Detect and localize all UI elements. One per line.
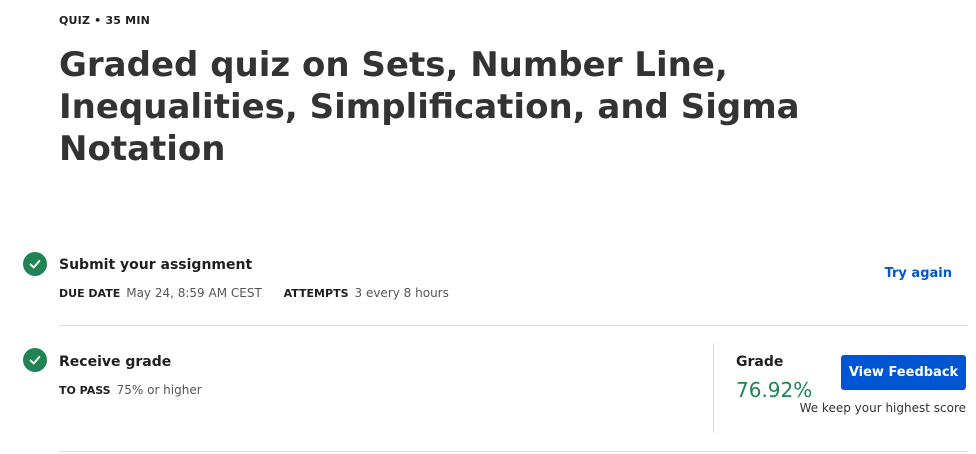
divider — [59, 451, 968, 452]
step-title-submit: Submit your assignment — [59, 257, 253, 273]
quiz-meta: QUIZ • 35 MIN — [59, 14, 151, 27]
highest-score-note: We keep your highest score — [799, 401, 966, 415]
to-pass-label: TO PASS — [59, 384, 111, 397]
step-title-receive: Receive grade — [59, 354, 172, 370]
to-pass-value: 75% or higher — [116, 383, 202, 397]
check-circle-icon — [23, 252, 47, 276]
due-date-label: DUE DATE — [59, 287, 121, 300]
page-title: Graded quiz on Sets, Number Line, Inequa… — [59, 45, 800, 169]
grade-separator — [713, 343, 714, 433]
grade-label: Grade — [736, 354, 784, 370]
check-circle-icon — [23, 348, 47, 372]
divider — [59, 325, 968, 326]
grade-value: 76.92% — [736, 378, 813, 402]
receive-details: TO PASS 75% or higher — [59, 383, 220, 397]
attempts-label: ATTEMPTS — [283, 287, 349, 300]
due-date-value: May 24, 8:59 AM CEST — [126, 286, 262, 300]
quiz-page: QUIZ • 35 MIN Graded quiz on Sets, Numbe… — [0, 0, 976, 454]
submit-details: DUE DATE May 24, 8:59 AM CEST ATTEMPTS 3 e… — [59, 286, 467, 300]
try-again-link[interactable]: Try again — [885, 266, 952, 281]
view-feedback-button[interactable]: View Feedback — [841, 355, 966, 390]
attempts-value: 3 every 8 hours — [354, 286, 449, 300]
